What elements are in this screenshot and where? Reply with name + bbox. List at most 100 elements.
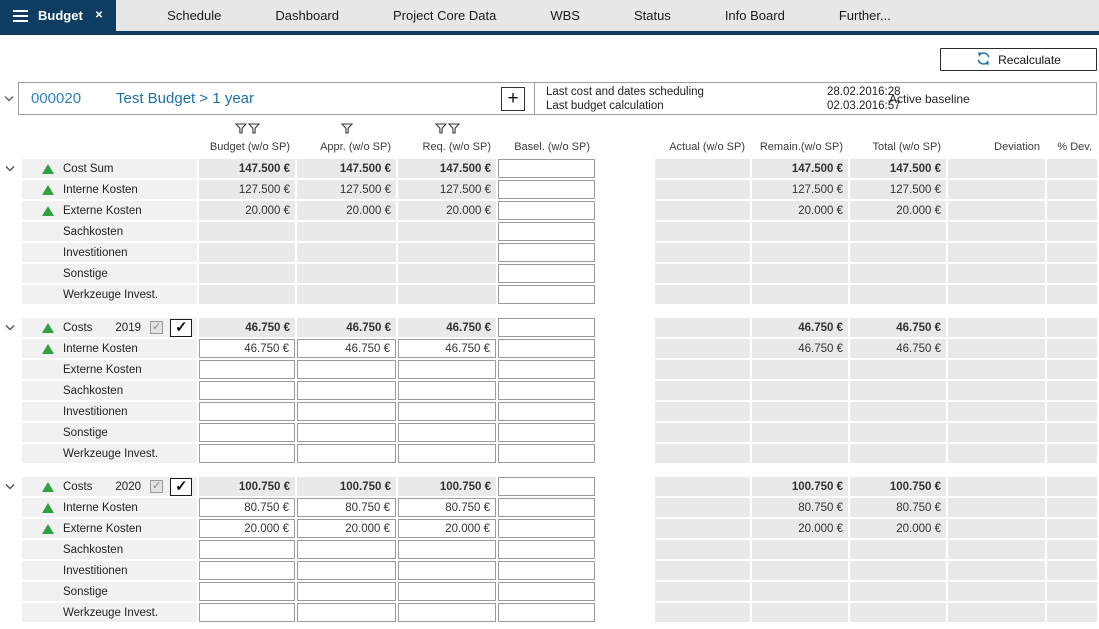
cell-basel[interactable]: [498, 285, 595, 304]
cell-appr[interactable]: [297, 540, 396, 559]
column-header-budget[interactable]: Budget (w/o SP): [199, 141, 295, 153]
cell-basel[interactable]: [498, 423, 595, 442]
cell-req[interactable]: [398, 561, 496, 580]
row-label-cell[interactable]: Werkzeuge Invest.: [22, 285, 197, 304]
close-icon[interactable]: ✕: [95, 10, 103, 21]
cell-req[interactable]: [398, 444, 496, 463]
cell-appr[interactable]: [297, 423, 396, 442]
cell-basel[interactable]: [498, 180, 595, 199]
row-label-cell[interactable]: Interne Kosten: [22, 498, 197, 517]
row-label-cell[interactable]: Sonstige: [22, 582, 197, 601]
row-label-cell[interactable]: Werkzeuge Invest.: [22, 603, 197, 622]
column-header-deviation[interactable]: Deviation: [948, 141, 1045, 153]
column-header-total[interactable]: Total (w/o SP): [850, 141, 946, 153]
row-label-cell[interactable]: Sachkosten: [22, 540, 197, 559]
tab-project-core-data[interactable]: Project Core Data: [366, 0, 523, 31]
column-header-basel[interactable]: Basel. (w/o SP): [498, 141, 595, 153]
cell-req[interactable]: [398, 360, 496, 379]
cell-basel[interactable]: [498, 201, 595, 220]
cell-basel[interactable]: [498, 243, 595, 262]
cell-basel[interactable]: [498, 444, 595, 463]
cell-req[interactable]: 20.000 €: [398, 519, 496, 538]
cell-req[interactable]: [398, 381, 496, 400]
cell-basel[interactable]: [498, 519, 595, 538]
tab-status[interactable]: Status: [607, 0, 698, 31]
cell-basel[interactable]: [498, 540, 595, 559]
row-label-cell[interactable]: Sonstige: [22, 423, 197, 442]
cell-basel[interactable]: [498, 498, 595, 517]
tab-schedule[interactable]: Schedule: [140, 0, 248, 31]
cell-basel[interactable]: [498, 159, 595, 178]
cell-basel[interactable]: [498, 381, 595, 400]
cell-req[interactable]: 80.750 €: [398, 498, 496, 517]
cell-appr[interactable]: [297, 402, 396, 421]
row-label-cell[interactable]: Costs2019: [22, 318, 197, 337]
row-label-cell[interactable]: Sachkosten: [22, 381, 197, 400]
cell-budget[interactable]: [199, 540, 295, 559]
row-label-cell[interactable]: Investitionen: [22, 402, 197, 421]
cell-basel[interactable]: [498, 318, 595, 337]
hamburger-menu-icon[interactable]: [13, 10, 28, 22]
cell-req[interactable]: [398, 582, 496, 601]
cell-appr[interactable]: 80.750 €: [297, 498, 396, 517]
column-header-appr[interactable]: Appr. (w/o SP): [297, 141, 396, 153]
column-header-remain[interactable]: Remain.(w/o SP): [752, 141, 848, 153]
row-label-cell[interactable]: Sonstige: [22, 264, 197, 283]
tab-dashboard[interactable]: Dashboard: [248, 0, 366, 31]
cell-basel[interactable]: [498, 339, 595, 358]
group-expand-chevron[interactable]: [0, 159, 20, 178]
project-collapse-chevron[interactable]: [0, 95, 18, 102]
cell-budget[interactable]: [199, 402, 295, 421]
cell-budget[interactable]: 46.750 €: [199, 339, 295, 358]
filter-icons-req[interactable]: [398, 121, 496, 139]
column-header-actual[interactable]: Actual (w/o SP): [655, 141, 750, 153]
row-label-cell[interactable]: Sachkosten: [22, 222, 197, 241]
row-label-cell[interactable]: Cost Sum: [22, 159, 197, 178]
tab-info-board[interactable]: Info Board: [698, 0, 812, 31]
cell-req[interactable]: [398, 402, 496, 421]
project-id[interactable]: 000020: [31, 90, 116, 107]
row-label-cell[interactable]: Interne Kosten: [22, 339, 197, 358]
year-active-checkbox[interactable]: [170, 319, 192, 337]
cell-budget[interactable]: [199, 423, 295, 442]
cell-basel[interactable]: [498, 360, 595, 379]
group-expand-chevron[interactable]: [0, 477, 20, 496]
cell-basel[interactable]: [498, 582, 595, 601]
group-expand-chevron[interactable]: [0, 318, 20, 337]
filter-icons-budget[interactable]: [199, 121, 295, 139]
cell-basel[interactable]: [498, 222, 595, 241]
tab-further[interactable]: Further...: [812, 0, 918, 31]
cell-basel[interactable]: [498, 264, 595, 283]
row-label-cell[interactable]: Investitionen: [22, 243, 197, 262]
cell-appr[interactable]: [297, 603, 396, 622]
cell-basel[interactable]: [498, 561, 595, 580]
cell-budget[interactable]: [199, 444, 295, 463]
cell-budget[interactable]: [199, 561, 295, 580]
row-label-cell[interactable]: Investitionen: [22, 561, 197, 580]
row-label-cell[interactable]: Externe Kosten: [22, 201, 197, 220]
cell-budget[interactable]: [199, 381, 295, 400]
project-title[interactable]: Test Budget > 1 year: [116, 90, 254, 107]
row-label-cell[interactable]: Externe Kosten: [22, 519, 197, 538]
cell-req[interactable]: [398, 540, 496, 559]
recalculate-button[interactable]: Recalculate: [940, 48, 1097, 71]
cell-budget[interactable]: [199, 360, 295, 379]
add-button[interactable]: +: [501, 87, 525, 111]
year-active-checkbox[interactable]: [170, 478, 192, 496]
column-header-pdev[interactable]: % Dev.: [1047, 141, 1097, 153]
cell-appr[interactable]: [297, 360, 396, 379]
cell-budget[interactable]: [199, 603, 295, 622]
row-label-cell[interactable]: Interne Kosten: [22, 180, 197, 199]
cell-budget[interactable]: 80.750 €: [199, 498, 295, 517]
cell-appr[interactable]: 20.000 €: [297, 519, 396, 538]
cell-req[interactable]: 46.750 €: [398, 339, 496, 358]
cell-appr[interactable]: [297, 582, 396, 601]
row-label-cell[interactable]: Werkzeuge Invest.: [22, 444, 197, 463]
tab-budget-active[interactable]: Budget ✕: [0, 0, 116, 31]
cell-basel[interactable]: [498, 603, 595, 622]
row-label-cell[interactable]: Externe Kosten: [22, 360, 197, 379]
cell-basel[interactable]: [498, 402, 595, 421]
cell-appr[interactable]: [297, 444, 396, 463]
cell-budget[interactable]: 20.000 €: [199, 519, 295, 538]
filter-icons-appr[interactable]: [297, 121, 396, 139]
